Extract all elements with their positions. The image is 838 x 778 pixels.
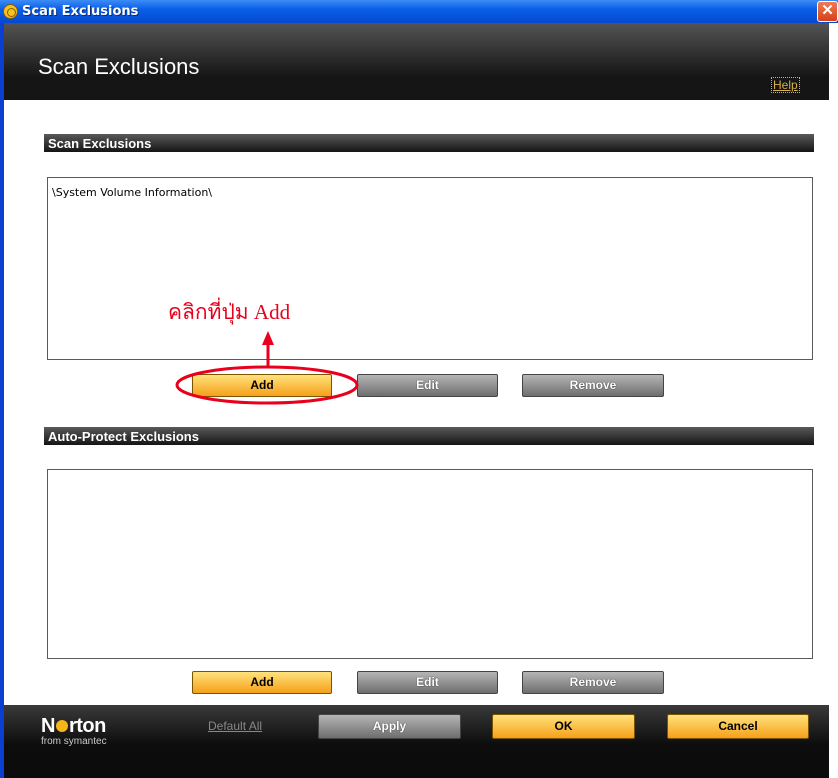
default-all-link[interactable]: Default All <box>208 719 262 733</box>
norton-globe-icon <box>3 4 18 19</box>
page-title: Scan Exclusions <box>38 54 200 79</box>
close-button[interactable]: ✕ <box>817 1 838 22</box>
scan-exclusions-heading: Scan Exclusions <box>44 134 814 152</box>
auto-protect-add-button[interactable]: Add <box>192 671 332 694</box>
auto-protect-exclusions-heading-label: Auto-Protect Exclusions <box>48 429 199 444</box>
help-link[interactable]: Help <box>771 77 800 93</box>
auto-protect-remove-button[interactable]: Remove <box>522 671 664 694</box>
scan-add-button[interactable]: Add <box>192 374 332 397</box>
scan-edit-button[interactable]: Edit <box>357 374 498 397</box>
list-item[interactable]: \System Volume Information\ <box>52 186 212 199</box>
auto-protect-exclusions-heading: Auto-Protect Exclusions <box>44 427 814 445</box>
apply-button[interactable]: Apply <box>318 714 461 739</box>
norton-logo-o-icon <box>55 720 68 732</box>
scan-exclusions-heading-label: Scan Exclusions <box>48 136 152 151</box>
cancel-button[interactable]: Cancel <box>667 714 809 739</box>
ok-button[interactable]: OK <box>492 714 635 739</box>
norton-logo-subtitle: from symantec <box>41 736 107 747</box>
page-header: Scan Exclusions Help <box>4 23 829 100</box>
auto-protect-edit-button[interactable]: Edit <box>357 671 498 694</box>
auto-protect-exclusions-list[interactable] <box>47 469 813 659</box>
window-title: Scan Exclusions <box>22 4 139 19</box>
scan-exclusions-list[interactable]: \System Volume Information\ <box>47 177 813 360</box>
norton-logo: Nrton <box>41 715 106 737</box>
scan-remove-button[interactable]: Remove <box>522 374 664 397</box>
title-bar[interactable]: Scan Exclusions ✕ <box>0 0 838 23</box>
annotation-label: คลิกที่ปุ่ม Add <box>168 300 291 324</box>
